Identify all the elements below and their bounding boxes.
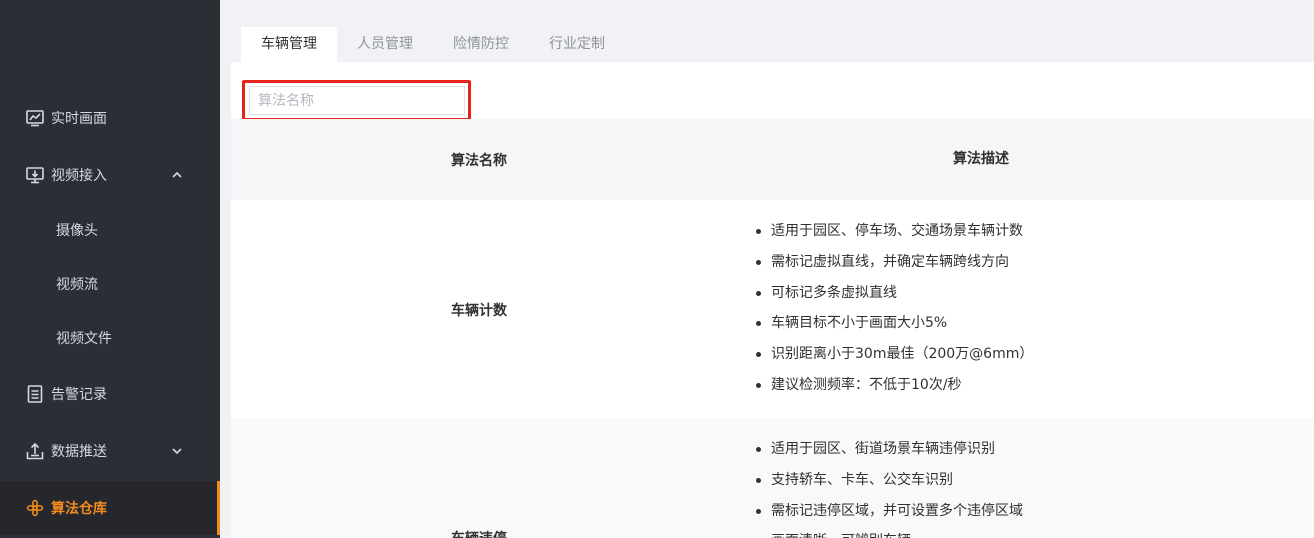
document-list-icon [25, 384, 45, 404]
column-header-name: 算法名称 [451, 152, 507, 169]
table-row[interactable]: 车辆违停 适用于园区、街道场景车辆违停识别 支持轿车、卡车、公交车识别 需标记违… [231, 418, 1314, 538]
sidebar-item-algorithm-warehouse[interactable]: 算法仓库 [0, 481, 220, 535]
sidebar-item-data-push[interactable]: 数据推送 [0, 424, 220, 478]
description-item: 建议检测频率：不低于10次/秒 [754, 370, 1033, 401]
algorithm-name-search-input[interactable] [249, 86, 465, 115]
sidebar-item-label: 视频接入 [51, 168, 107, 184]
category-tabs: 车辆管理 人员管理 险情防控 行业定制 [241, 27, 625, 62]
sidebar-subitem-label: 摄像头 [56, 223, 98, 239]
description-item: 需标记虚拟直线，并确定车辆跨线方向 [754, 247, 1033, 278]
sidebar-subitem-video-file[interactable]: 视频文件 [0, 311, 220, 365]
description-item: 可标记多条虚拟直线 [754, 278, 1033, 309]
algorithm-flower-icon [25, 498, 45, 518]
description-item: 识别距离小于30m最佳（200万@6mm） [754, 339, 1033, 370]
sidebar-item-video-input[interactable]: 视频接入 [0, 148, 220, 202]
upload-tray-icon [25, 441, 45, 461]
sidebar-subitem-label: 视频流 [56, 277, 98, 293]
sidebar-item-label: 数据推送 [51, 444, 107, 460]
algorithm-name-cell: 车辆违停 [451, 528, 507, 538]
description-item: 适用于园区、街道场景车辆违停识别 [754, 434, 1023, 465]
table-row[interactable]: 车辆计数 适用于园区、停车场、交通场景车辆计数 需标记虚拟直线，并确定车辆跨线方… [231, 200, 1314, 418]
sidebar-item-alarm-records[interactable]: 告警记录 [0, 367, 220, 421]
column-header-description: 算法描述 [953, 150, 1009, 167]
algorithm-name-cell: 车辆计数 [451, 303, 507, 319]
sidebar-item-realtime[interactable]: 实时画面 [0, 91, 220, 145]
sidebar: 实时画面 视频接入 摄像头 视频流 视频文件 告警记录 数据推送 算法仓库 [0, 0, 220, 538]
description-item: 支持轿车、卡车、公交车识别 [754, 465, 1023, 496]
chevron-up-icon[interactable] [170, 168, 184, 182]
description-item: 需标记违停区域，并可设置多个违停区域 [754, 496, 1023, 527]
algorithm-description-list: 适用于园区、停车场、交通场景车辆计数 需标记虚拟直线，并确定车辆跨线方向 可标记… [754, 216, 1033, 401]
video-input-icon [25, 165, 45, 185]
tab-hazard-prevention[interactable]: 险情防控 [433, 27, 529, 62]
description-item: 适用于园区、停车场、交通场景车辆计数 [754, 216, 1033, 247]
tab-personnel-management[interactable]: 人员管理 [337, 27, 433, 62]
sidebar-subitem-video-stream[interactable]: 视频流 [0, 257, 220, 311]
search-highlight-box [242, 80, 471, 121]
sidebar-subitem-label: 视频文件 [56, 331, 112, 347]
chevron-down-icon[interactable] [170, 444, 184, 458]
tab-vehicle-management[interactable]: 车辆管理 [241, 27, 337, 62]
algorithm-description-list: 适用于园区、街道场景车辆违停识别 支持轿车、卡车、公交车识别 需标记违停区域，并… [754, 434, 1023, 538]
algorithm-panel: 算法名称 算法描述 车辆计数 适用于园区、停车场、交通场景车辆计数 需标记虚拟直… [231, 62, 1314, 538]
description-item: 车辆目标不小于画面大小5% [754, 308, 1033, 339]
table-header: 算法名称 算法描述 [231, 119, 1314, 200]
monitor-chart-icon [25, 108, 45, 128]
sidebar-item-label: 告警记录 [51, 387, 107, 403]
sidebar-item-label: 实时画面 [51, 111, 107, 127]
tab-industry-custom[interactable]: 行业定制 [529, 27, 625, 62]
sidebar-item-label: 算法仓库 [51, 501, 107, 517]
description-item: 画面清晰，可辨别车辆 [754, 526, 1023, 538]
sidebar-subitem-camera[interactable]: 摄像头 [0, 203, 220, 257]
